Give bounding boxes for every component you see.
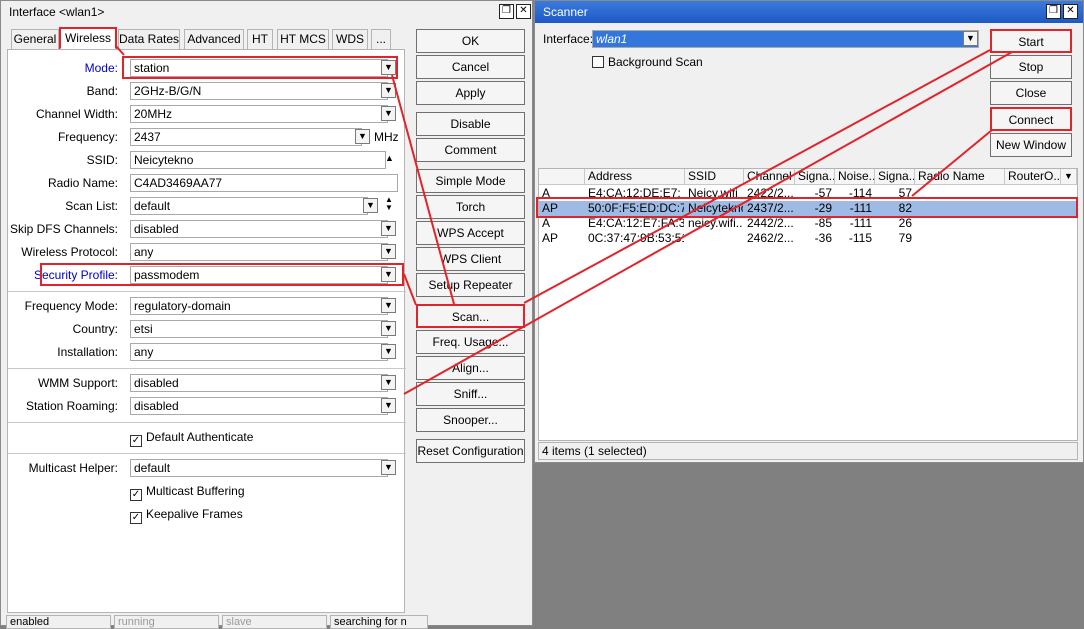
annotation-line xyxy=(403,273,417,306)
annotation-line xyxy=(115,45,125,56)
annotation-lines xyxy=(115,45,1013,395)
annotation-line xyxy=(911,129,993,197)
annotation-line xyxy=(403,51,1013,395)
annotation-line xyxy=(523,49,991,304)
annotation-line xyxy=(391,74,455,305)
